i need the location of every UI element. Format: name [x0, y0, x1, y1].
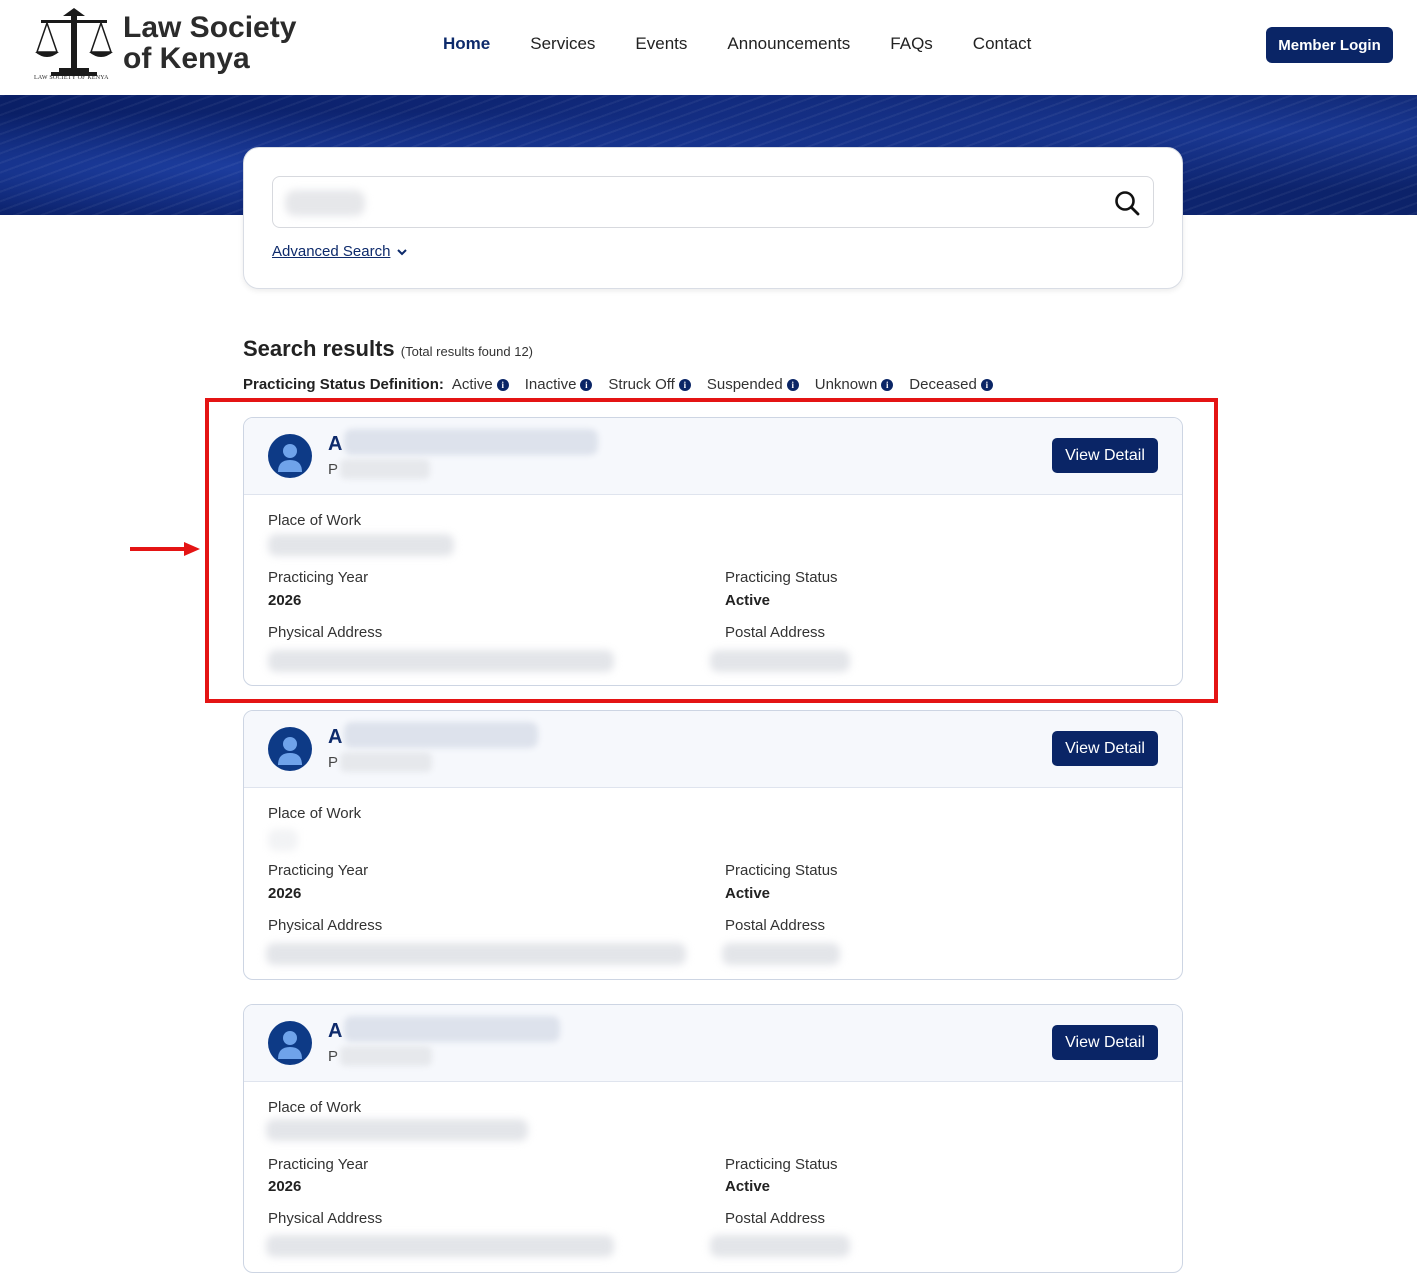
arrow-right-icon: [130, 542, 200, 556]
physical-address-label: Physical Address: [268, 1210, 383, 1227]
physical-address-label: Physical Address: [268, 917, 383, 934]
search-card: Advanced Search: [243, 147, 1183, 289]
practicing-year-label: Practicing Year: [268, 1156, 369, 1173]
nav-faqs[interactable]: FAQs: [890, 34, 933, 54]
nav-announcements[interactable]: Announcements: [727, 34, 850, 54]
results-heading: Search results (Total results found 12): [243, 336, 533, 362]
avatar-icon: [268, 1021, 312, 1065]
physical-address-redacted: [266, 1235, 614, 1257]
status-label: Active: [451, 376, 493, 393]
info-icon[interactable]: i: [881, 378, 894, 391]
site-header: LAW SOCIETY OF KENYA Law Society of Keny…: [0, 0, 1417, 95]
number-redacted: [340, 1046, 432, 1066]
postal-address-label: Postal Address: [725, 1210, 826, 1227]
member-login-button[interactable]: Member Login: [1266, 27, 1393, 63]
main-nav: Home Services Events Announcements FAQs …: [443, 34, 1071, 54]
result-card-header: A P View Detail: [244, 1005, 1182, 1082]
advocate-number: P: [328, 754, 339, 771]
avatar-icon: [268, 727, 312, 771]
info-icon[interactable]: i: [980, 378, 993, 391]
nav-contact[interactable]: Contact: [973, 34, 1032, 54]
result-card: A P View Detail Place of Work Practicing…: [243, 710, 1183, 980]
name-redacted: [344, 722, 538, 748]
place-of-work-redacted: [266, 1119, 528, 1141]
law-society-logo-icon[interactable]: [33, 6, 115, 86]
practicing-status-label: Practicing Status: [725, 862, 838, 879]
practicing-year-label: Practicing Year: [268, 862, 369, 879]
info-icon[interactable]: i: [786, 378, 799, 391]
postal-address-label: Postal Address: [725, 917, 826, 934]
nav-events[interactable]: Events: [635, 34, 687, 54]
advocate-number: P: [328, 1048, 339, 1065]
number-redacted: [340, 752, 432, 772]
physical-address-redacted: [266, 943, 686, 965]
practicing-status-value: Active: [725, 1178, 771, 1195]
info-icon[interactable]: i: [678, 378, 691, 391]
place-of-work-label: Place of Work: [268, 805, 362, 822]
brand-name[interactable]: Law Society of Kenya: [123, 12, 296, 74]
practicing-year-value: 2026: [268, 885, 302, 902]
view-detail-button[interactable]: View Detail: [1052, 731, 1158, 766]
search-field[interactable]: [272, 176, 1154, 228]
advocate-name: A: [328, 726, 343, 748]
place-of-work-label: Place of Work: [268, 1099, 362, 1116]
info-icon[interactable]: i: [496, 378, 509, 391]
nav-home[interactable]: Home: [443, 34, 490, 54]
status-label: Struck Off: [608, 376, 675, 393]
name-redacted: [344, 1016, 560, 1042]
search-icon[interactable]: [1113, 189, 1141, 217]
result-card-header: A P View Detail: [244, 711, 1182, 788]
status-label: Suspended: [706, 376, 783, 393]
status-inactive: Inactive i: [525, 376, 593, 393]
advanced-search-label: Advanced Search: [272, 243, 391, 260]
practicing-year-value: 2026: [268, 1178, 302, 1195]
place-of-work-redacted: [268, 829, 298, 851]
view-detail-button[interactable]: View Detail: [1052, 1025, 1158, 1060]
status-definition-label: Practicing Status Definition:: [243, 376, 444, 393]
brand-line-1: Law Society: [123, 11, 297, 44]
result-card: A P View Detail Place of Work Practicing…: [243, 1004, 1183, 1273]
status-definitions: Practicing Status Definition: Active i In…: [243, 376, 1009, 393]
status-active: Active i: [452, 376, 509, 393]
results-title: Search results: [243, 336, 395, 361]
status-struck-off: Struck Off i: [608, 376, 691, 393]
postal-address-redacted: [722, 943, 840, 965]
status-label: Unknown: [814, 376, 878, 393]
chevron-down-icon: [397, 248, 408, 255]
brand-line-2: of Kenya: [123, 42, 250, 75]
status-suspended: Suspended i: [707, 376, 799, 393]
status-unknown: Unknown i: [815, 376, 894, 393]
highlight-box: [205, 398, 1218, 703]
practicing-status-label: Practicing Status: [725, 1156, 838, 1173]
postal-address-redacted: [710, 1235, 850, 1257]
advocate-name: A: [328, 1020, 343, 1042]
status-label: Deceased: [909, 376, 977, 393]
search-input[interactable]: [273, 177, 1153, 227]
results-count: (Total results found 12): [400, 344, 533, 359]
practicing-status-value: Active: [725, 885, 771, 902]
advanced-search-link[interactable]: Advanced Search: [272, 243, 408, 260]
status-label: Inactive: [524, 376, 577, 393]
info-icon[interactable]: i: [580, 378, 593, 391]
logo-caption: LAW SOCIETY OF KENYA: [34, 75, 109, 81]
nav-services[interactable]: Services: [530, 34, 595, 54]
status-deceased: Deceased i: [909, 376, 993, 393]
